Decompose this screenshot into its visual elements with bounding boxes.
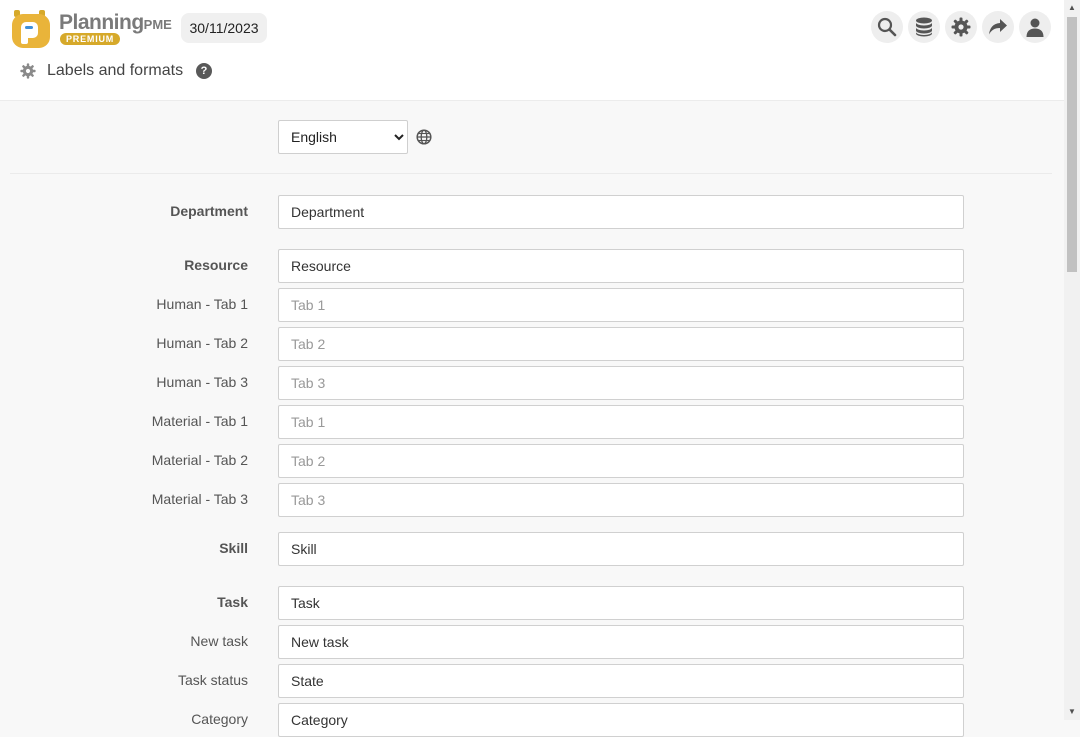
database-icon xyxy=(916,17,932,37)
scroll-thumb[interactable] xyxy=(1067,17,1077,272)
divider xyxy=(10,173,1052,174)
resource-input[interactable] xyxy=(278,249,964,283)
search-icon xyxy=(877,17,897,37)
language-select[interactable]: English xyxy=(278,120,408,154)
task-status-input[interactable] xyxy=(278,664,964,698)
field-label: Material - Tab 3 xyxy=(151,491,248,507)
form-row-task-status: Task status xyxy=(0,664,1064,698)
skill-input[interactable] xyxy=(278,532,964,566)
form-row-department: Department xyxy=(0,195,1064,229)
field-label: New task xyxy=(190,633,248,649)
material-tab-2-input[interactable] xyxy=(278,444,964,478)
human-tab-3-input[interactable] xyxy=(278,366,964,400)
form-row-category: Category xyxy=(0,703,1064,737)
search-button[interactable] xyxy=(871,11,903,43)
field-label: Material - Tab 2 xyxy=(151,452,248,468)
form-row-new-task: New task xyxy=(0,625,1064,659)
database-button[interactable] xyxy=(908,11,940,43)
task-input[interactable] xyxy=(278,586,964,620)
category-input[interactable] xyxy=(278,703,964,737)
field-label: Skill xyxy=(219,540,248,556)
scroll-up-arrow-icon[interactable]: ▲ xyxy=(1064,0,1080,16)
human-tab-2-input[interactable] xyxy=(278,327,964,361)
form-row-skill: Skill xyxy=(0,532,1064,566)
settings-button[interactable] xyxy=(945,11,977,43)
brand-name: PlanningPME xyxy=(59,11,172,34)
form-row-task: Task xyxy=(0,586,1064,620)
app-logo[interactable]: PlanningPME PREMIUM xyxy=(12,7,172,49)
human-tab-1-input[interactable] xyxy=(278,288,964,322)
form-row-human-tab-1: Human - Tab 1 xyxy=(0,288,1064,322)
help-icon[interactable]: ? xyxy=(196,63,212,79)
user-button[interactable] xyxy=(1019,11,1051,43)
department-input[interactable] xyxy=(278,195,964,229)
user-icon xyxy=(1026,18,1044,37)
field-label: Human - Tab 3 xyxy=(156,374,248,390)
globe-icon[interactable] xyxy=(416,129,432,145)
field-label: Category xyxy=(191,711,248,727)
form-row-material-tab-2: Material - Tab 2 xyxy=(0,444,1064,478)
planning-logo-icon xyxy=(12,10,50,48)
form-row-resource: Resource xyxy=(0,249,1064,283)
field-label: Task xyxy=(217,594,248,610)
field-label: Material - Tab 1 xyxy=(151,413,248,429)
form-row-material-tab-3: Material - Tab 3 xyxy=(0,483,1064,517)
settings-gear-icon xyxy=(20,63,36,79)
field-label: Resource xyxy=(184,257,248,273)
material-tab-1-input[interactable] xyxy=(278,405,964,439)
form-row-human-tab-3: Human - Tab 3 xyxy=(0,366,1064,400)
form-row-human-tab-2: Human - Tab 2 xyxy=(0,327,1064,361)
page-title: Labels and formats xyxy=(47,62,184,79)
field-label: Department xyxy=(170,203,248,219)
field-label: Human - Tab 1 xyxy=(156,296,248,312)
premium-badge: PREMIUM xyxy=(60,33,121,45)
gear-icon xyxy=(951,17,971,37)
field-label: Human - Tab 2 xyxy=(156,335,248,351)
vertical-scrollbar[interactable]: ▲ ▼ xyxy=(1064,0,1080,720)
field-label: Task status xyxy=(177,672,248,688)
material-tab-3-input[interactable] xyxy=(278,483,964,517)
top-bar: PlanningPME PREMIUM 30/11/2023 Labels an… xyxy=(0,0,1064,101)
share-icon xyxy=(989,19,1007,35)
new-task-input[interactable] xyxy=(278,625,964,659)
form-row-material-tab-1: Material - Tab 1 xyxy=(0,405,1064,439)
share-button[interactable] xyxy=(982,11,1014,43)
current-date[interactable]: 30/11/2023 xyxy=(181,13,267,43)
scroll-down-arrow-icon[interactable]: ▼ xyxy=(1064,704,1080,720)
